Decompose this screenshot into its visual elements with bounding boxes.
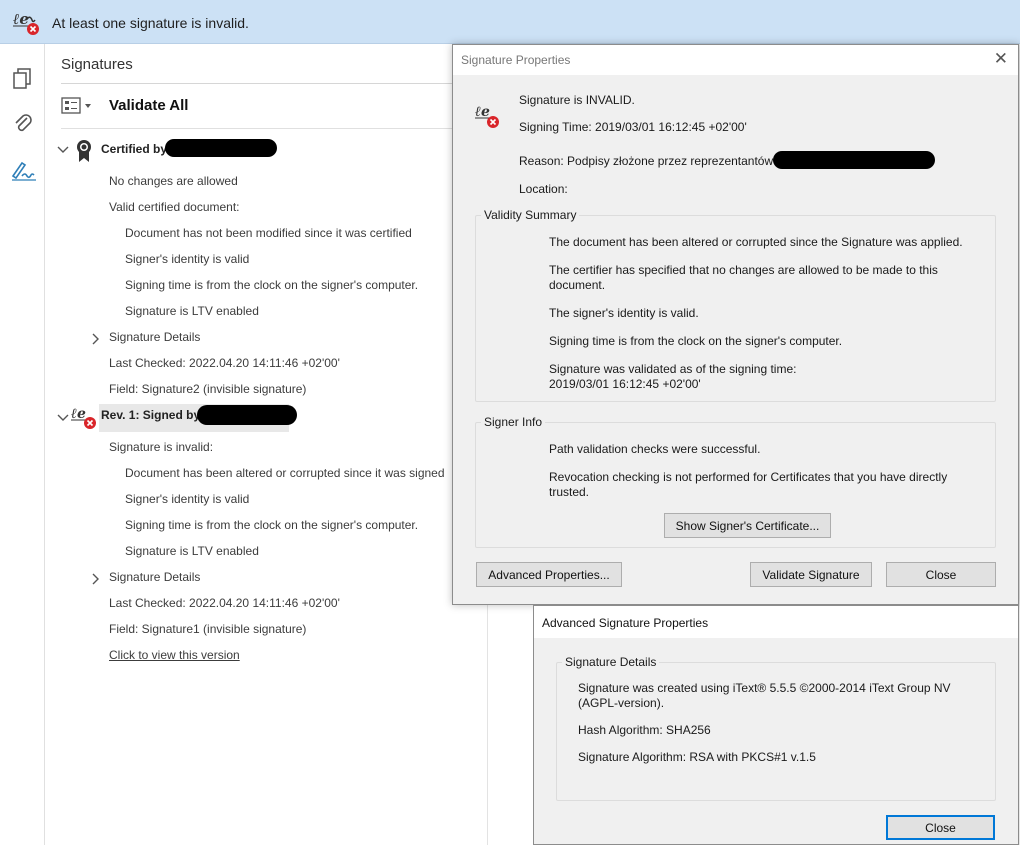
sig1-line: No changes are allowed (109, 174, 238, 188)
group-label: Signature Details (562, 655, 660, 669)
signature-details-toggle[interactable]: Signature Details (109, 330, 200, 344)
pages-icon[interactable] (10, 66, 36, 92)
divider (61, 83, 481, 84)
options-menu-icon[interactable] (61, 96, 101, 116)
group-label: Validity Summary (481, 208, 580, 222)
dialog-title: Advanced Signature Properties (542, 616, 709, 630)
expand-chevron-icon[interactable] (91, 573, 101, 588)
divider (61, 128, 481, 129)
sig2-line: Signature is LTV enabled (125, 544, 259, 558)
validity-line: The document has been altered or corrupt… (549, 235, 963, 249)
close-button[interactable]: Close (886, 815, 995, 840)
signature-pen-icon[interactable] (10, 158, 36, 184)
sig1-line: Signer's identity is valid (125, 252, 250, 266)
sig2-line: Signer's identity is valid (125, 492, 250, 506)
sig2-line: Last Checked: 2022.04.20 14:11:46 +02'00… (109, 596, 340, 610)
signature-details-toggle[interactable]: Signature Details (109, 570, 200, 584)
certified-ribbon-icon (75, 139, 93, 168)
view-version-link[interactable]: Click to view this version (109, 648, 240, 662)
close-icon[interactable]: ✕ (994, 49, 1008, 69)
sig2-line: Field: Signature1 (invisible signature) (109, 622, 307, 636)
signatures-panel: Signatures Validate All Certified by No … (45, 44, 488, 845)
signing-reason: Reason: Podpisy złożone przez reprezenta… (519, 154, 774, 168)
sig1-line: Field: Signature2 (invisible signature) (109, 382, 307, 396)
signature-status: Signature is INVALID. (519, 93, 635, 107)
group-label: Signer Info (481, 415, 546, 429)
sig1-line: Signature is LTV enabled (125, 304, 259, 318)
invalid-signature-icon: ℓe (13, 10, 41, 41)
validity-line: The signer's identity is valid. (549, 306, 699, 320)
attachment-icon[interactable] (10, 110, 36, 136)
expand-chevron-icon[interactable] (91, 333, 101, 348)
details-line: Hash Algorithm: SHA256 (578, 723, 711, 737)
left-toolstrip (0, 44, 45, 845)
close-button[interactable]: Close (886, 562, 996, 587)
details-line: Signature was created using iText® 5.5.5… (578, 681, 951, 710)
sig1-header[interactable]: Certified by (101, 142, 167, 156)
redaction (165, 139, 277, 157)
validate-all-button[interactable]: Validate All (109, 97, 188, 114)
sig1-line: Valid certified document: (109, 200, 240, 214)
dialog-titlebar: Signature Properties ✕ (453, 45, 1018, 75)
redaction (197, 405, 297, 425)
validity-line: Signature was validated as of the signin… (549, 362, 797, 376)
show-certificate-button[interactable]: Show Signer's Certificate... (664, 513, 831, 538)
collapse-chevron-icon[interactable] (57, 144, 69, 158)
panel-title: Signatures (61, 56, 133, 73)
dialog-title: Signature Properties (461, 53, 571, 67)
sig2-header[interactable]: Rev. 1: Signed by (101, 408, 200, 422)
redaction (773, 151, 935, 169)
validity-line: 2019/03/01 16:12:45 +02'00' (549, 377, 701, 391)
svg-text:ℓe: ℓe (13, 10, 29, 28)
signer-info-line: Revocation checking is not performed for… (549, 470, 948, 499)
signing-location: Location: (519, 182, 568, 196)
banner-message: At least one signature is invalid. (52, 15, 249, 31)
status-banner: ℓe At least one signature is invalid. (0, 0, 1020, 44)
signer-info-line: Path validation checks were successful. (549, 442, 761, 456)
details-line: Signature Algorithm: RSA with PKCS#1 v.1… (578, 750, 816, 764)
sig1-line: Signing time is from the clock on the si… (125, 278, 419, 292)
validity-line: Signing time is from the clock on the si… (549, 334, 843, 348)
invalid-signature-icon: ℓe (475, 101, 503, 134)
advanced-signature-properties-dialog: Advanced Signature Properties Signature … (533, 605, 1019, 845)
dialog-titlebar: Advanced Signature Properties (534, 606, 1018, 638)
sig2-line: Signing time is from the clock on the si… (125, 518, 419, 532)
signature-properties-dialog: Signature Properties ✕ ℓe Signature is I… (452, 44, 1019, 605)
sig1-line: Last Checked: 2022.04.20 14:11:46 +02'00… (109, 356, 340, 370)
sig2-line: Document has been altered or corrupted s… (125, 466, 445, 480)
invalid-signature-icon: ℓe (71, 404, 99, 435)
validate-signature-button[interactable]: Validate Signature (750, 562, 872, 587)
advanced-properties-button[interactable]: Advanced Properties... (476, 562, 622, 587)
sig1-line: Document has not been modified since it … (125, 226, 412, 240)
collapse-chevron-icon[interactable] (57, 412, 69, 426)
signing-time: Signing Time: 2019/03/01 16:12:45 +02'00… (519, 120, 747, 134)
validity-line: The certifier has specified that no chan… (549, 263, 938, 292)
sig2-line: Signature is invalid: (109, 440, 214, 454)
